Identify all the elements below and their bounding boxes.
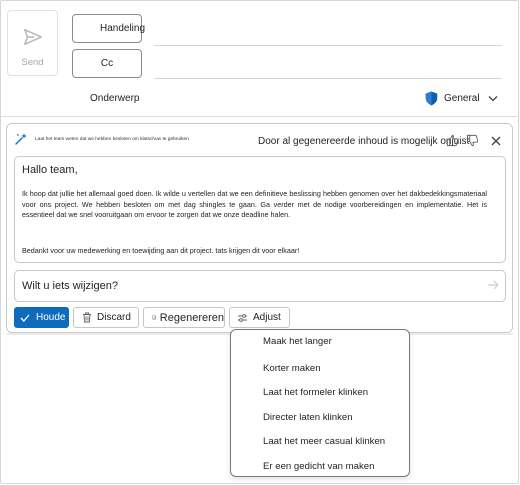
- to-field[interactable]: [154, 45, 502, 46]
- to-button[interactable]: Handeling: [72, 14, 146, 43]
- thumbs-down-icon[interactable]: [466, 134, 479, 147]
- header-divider: [0, 116, 519, 117]
- chevron-down-icon: [488, 96, 498, 102]
- sensitivity-label: General: [444, 93, 480, 104]
- thumbs-up-icon[interactable]: [446, 134, 459, 147]
- regenerate-label: Regenereren: [159, 311, 224, 324]
- draft-greeting: Hallo team,: [22, 164, 78, 176]
- discard-label: Discard: [97, 312, 131, 323]
- copilot-sparkle-icon: [15, 133, 27, 145]
- keep-button[interactable]: Houde: [14, 307, 69, 328]
- to-label: Handeling: [99, 23, 146, 34]
- adjust-icon: [238, 313, 247, 322]
- sensitivity-dropdown[interactable]: General: [425, 91, 498, 106]
- adjust-menu: [230, 329, 410, 477]
- cc-field[interactable]: [154, 78, 502, 79]
- keep-label: Houde: [36, 312, 66, 323]
- menu-item-poem[interactable]: Er een gedicht van maken: [263, 461, 374, 472]
- adjust-label: Adjust: [253, 312, 281, 323]
- send-label: Send: [21, 57, 44, 68]
- menu-item-casual[interactable]: Laat het meer casual klinken: [263, 436, 385, 447]
- ai-disclaimer: Door al gegenereerde inhoud is mogelijk …: [258, 136, 470, 147]
- close-icon[interactable]: [491, 136, 501, 146]
- shield-icon: [425, 91, 438, 106]
- change-request-placeholder: Wilt u iets wijzigen?: [22, 280, 118, 292]
- discard-button[interactable]: Discard: [73, 307, 139, 328]
- menu-item-formal[interactable]: Laat het formeler klinken: [263, 387, 368, 398]
- copilot-prompt: Laat het team weten dat we hebben beslot…: [35, 137, 189, 142]
- regenerate-icon: [152, 315, 156, 320]
- regenerate-button[interactable]: Regenereren: [143, 307, 225, 328]
- trash-icon: [83, 312, 91, 323]
- menu-item-longer[interactable]: Maak het langer: [263, 336, 332, 347]
- submit-arrow-icon[interactable]: [487, 280, 499, 290]
- cc-label: Cc: [100, 58, 114, 69]
- subject-field[interactable]: Onderwerp: [90, 93, 139, 104]
- send-icon: [23, 28, 42, 46]
- draft-paragraph: Bedankt voor uw medewerking en toewijdin…: [22, 246, 300, 255]
- draft-paragraph: Ik hoop dat jullie het allemaal goed doe…: [22, 189, 487, 220]
- adjust-button[interactable]: Adjust: [229, 307, 290, 328]
- menu-item-direct[interactable]: Directer laten klinken: [263, 412, 353, 423]
- checkmark-icon: [20, 314, 30, 322]
- send-button[interactable]: Send: [7, 10, 58, 76]
- menu-item-shorter[interactable]: Korter maken: [263, 363, 321, 374]
- cc-button[interactable]: Cc: [72, 49, 142, 78]
